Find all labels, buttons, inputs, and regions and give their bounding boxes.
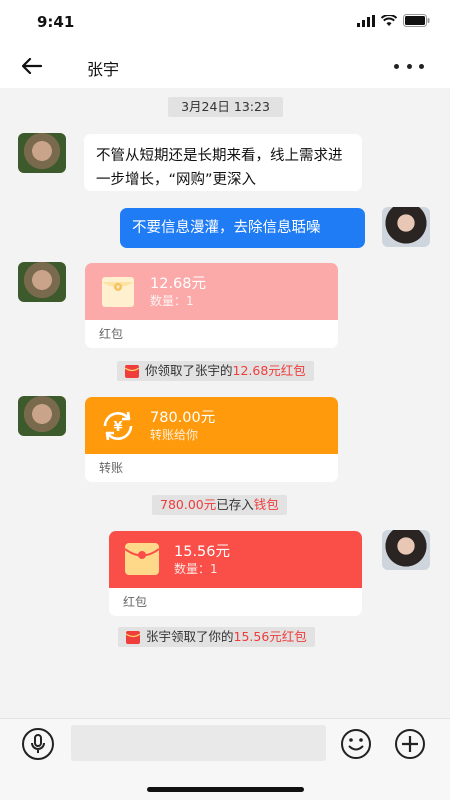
status-icons [357,14,430,27]
more-dot [419,63,424,69]
avatar-me[interactable] [382,530,430,570]
notice-text: 你领取了张宇的 [145,363,233,378]
signal-icon [357,14,375,27]
red-packet-card-sent[interactable]: 15.56元 数量：1 红包 [109,531,362,616]
timestamp-chip: 3月24日 13:23 [168,97,283,117]
red-packet-count: 数量：1 [150,294,194,308]
avatar-zhangyu[interactable] [18,262,66,302]
notice-transfer-saved: 780.00元已存入钱包 [152,495,287,515]
svg-text:¥: ¥ [113,420,122,435]
back-arrow-icon [22,58,42,74]
more-button[interactable] [394,53,424,79]
avatar-me[interactable] [382,207,430,247]
emoji-button[interactable] [338,728,374,760]
wallet-link[interactable]: 钱包 [254,497,279,512]
more-dots-icon [394,63,399,69]
battery-icon [403,14,430,27]
red-envelope-icon [125,364,139,378]
mic-icon [31,734,45,753]
plus-icon [395,729,425,759]
notice-red-packet-received: 你领取了张宇的12.68元红包 [117,361,314,381]
avatar-zhangyu[interactable] [18,133,66,173]
message-text: 不要信息漫灌，去除信息聒噪 [132,220,321,236]
more-dot [406,63,412,69]
red-packet-top: 15.56元 数量：1 [109,531,362,588]
message-bubble-right[interactable]: 不要信息漫灌，去除信息聒噪 [120,208,365,248]
transfer-amount: 780.00元 [150,410,216,426]
notice-red-packet-claimed: 张宇领取了你的15.56元红包 [118,627,315,647]
red-packet-footer: 红包 [99,327,124,341]
message-input[interactable] [71,725,326,761]
red-envelope-icon [124,543,160,575]
nav-bar: 张宇 [0,44,450,88]
transfer-yen-icon: ¥ [103,411,133,441]
transfer-sub: 转账给你 [150,428,199,442]
emoji-icon [341,729,371,759]
red-envelope-icon: ¥ [102,277,134,307]
notice-highlight[interactable]: 15.56元红包 [234,629,307,644]
home-indicator [147,787,304,792]
transfer-footer: 转账 [99,461,124,475]
wifi-icon [381,14,397,26]
plus-button[interactable] [392,728,428,760]
red-packet-count: 数量：1 [174,562,218,576]
svg-text:¥: ¥ [116,285,120,292]
red-packet-card[interactable]: ¥ 12.68元 数量：1 红包 [85,263,338,348]
red-packet-top: ¥ 12.68元 数量：1 [85,263,338,320]
red-packet-amount: 12.68元 [150,276,207,292]
transfer-top: ¥ 780.00元 转账给你 [85,397,338,454]
back-button[interactable] [18,53,46,79]
message-text: 不管从短期还是长期来看，线上需求进一步增长，“网购”更深入 [96,148,343,188]
notice-text: 已存入 [216,497,254,512]
red-packet-amount: 15.56元 [174,544,231,560]
status-time: 9:41 [37,13,75,31]
avatar-zhangyu[interactable] [18,396,66,436]
chat-title: 张宇 [87,60,120,79]
notice-highlight[interactable]: 12.68元红包 [233,363,306,378]
timestamp-text: 3月24日 13:23 [181,99,270,114]
notice-amount: 780.00元 [160,497,217,512]
message-bubble-left[interactable]: 不管从短期还是长期来看，线上需求进一步增长，“网购”更深入 [84,134,362,191]
red-packet-footer: 红包 [123,595,148,609]
red-envelope-icon [126,630,140,644]
status-bar: 9:41 [0,0,450,44]
notice-text: 张宇领取了你的 [146,629,234,644]
transfer-card[interactable]: ¥ 780.00元 转账给你 转账 [85,397,338,482]
voice-button[interactable] [22,728,54,760]
